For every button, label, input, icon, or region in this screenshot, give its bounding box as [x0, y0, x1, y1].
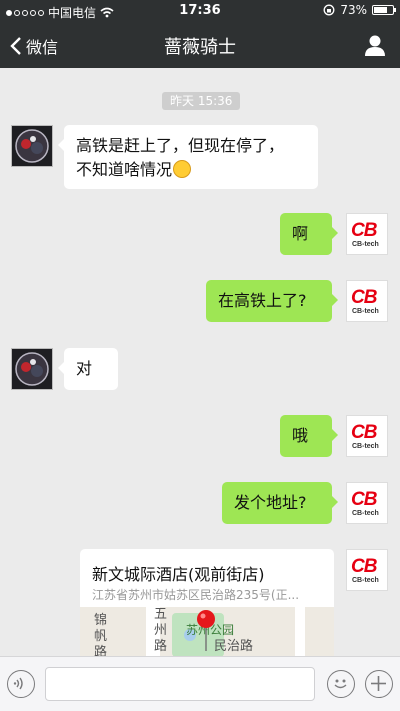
location-map-preview[interactable]: 锦 帆 路 五 州 路 苏州公园 民治路: [80, 607, 334, 656]
message-bubble-me[interactable]: 哦: [280, 415, 338, 457]
avatar-logo-text: CB: [351, 287, 377, 308]
message-bubble-me[interactable]: 啊: [280, 213, 338, 255]
rotation-lock-icon: [323, 4, 335, 16]
navigation-bar: 微信 蔷薇骑士: [0, 22, 400, 68]
knight-emblem-icon: [15, 129, 49, 163]
message-text: 高铁是赶上了，但现在停了，: [76, 136, 285, 155]
message-text: 在高铁上了?: [218, 291, 307, 310]
message-text: 对: [76, 359, 93, 378]
avatar-logo-text: CB: [351, 422, 377, 443]
face-emoji-icon: [173, 160, 192, 178]
avatar-logo-subtext: CB-tech: [352, 241, 379, 248]
more-options-button[interactable]: [365, 670, 393, 698]
map-label: 路: [94, 645, 108, 656]
map-label: 帆: [94, 629, 108, 644]
map-pin-icon: [197, 610, 215, 651]
message-bubble-me[interactable]: 在高铁上了?: [206, 280, 338, 322]
avatar-logo-text: CB: [351, 489, 377, 510]
map-label: 路: [154, 639, 168, 654]
message-text: 哦: [292, 426, 309, 445]
my-avatar[interactable]: CB CB-tech: [346, 549, 388, 591]
smiley-icon: [334, 679, 347, 689]
my-avatar[interactable]: CB CB-tech: [346, 280, 388, 322]
plus-icon: [371, 676, 386, 691]
message-bubble-friend[interactable]: 高铁是赶上了，但现在停了， 不知道啥情况: [58, 125, 318, 189]
message-text: 不知道啥情况: [76, 160, 173, 179]
chat-title: 蔷薇骑士: [164, 37, 236, 58]
chat-message-list[interactable]: 昨天 15:36 高铁是赶上了，但现在停了， 不知道啥情况 CB CB-tech…: [0, 68, 400, 656]
message-bubble-friend[interactable]: 对: [58, 348, 118, 390]
contact-profile-icon[interactable]: [364, 34, 386, 56]
location-name: 新文城际酒店(观前街店): [92, 565, 265, 584]
map-label: 锦: [94, 613, 108, 628]
status-bar: 中国电信 17:36 73%: [0, 0, 400, 22]
map-label: 州: [154, 623, 168, 638]
message-timestamp: 昨天 15:36: [162, 92, 241, 110]
voice-wave-icon: [13, 677, 23, 690]
avatar-logo-text: CB: [351, 556, 377, 577]
avatar-logo-subtext: CB-tech: [352, 510, 379, 517]
avatar-logo-subtext: CB-tech: [352, 443, 379, 450]
my-avatar[interactable]: CB CB-tech: [346, 213, 388, 255]
my-avatar[interactable]: CB CB-tech: [346, 415, 388, 457]
message-input-bar: [0, 656, 400, 711]
friend-avatar[interactable]: [11, 125, 53, 167]
message-text-input[interactable]: [45, 667, 315, 701]
message-bubble-me[interactable]: 发个地址?: [222, 482, 338, 524]
avatar-logo-subtext: CB-tech: [352, 308, 379, 315]
location-address: 江苏省苏州市姑苏区民治路235号(正...: [92, 588, 300, 602]
knight-emblem-icon: [15, 352, 49, 386]
voice-input-button[interactable]: [7, 670, 35, 698]
friend-avatar[interactable]: [11, 348, 53, 390]
map-label: 民治路: [214, 639, 254, 654]
my-avatar[interactable]: CB CB-tech: [346, 482, 388, 524]
map-label: 五: [154, 607, 168, 622]
battery-icon: [372, 5, 396, 15]
emoji-button[interactable]: [327, 670, 355, 698]
message-text: 啊: [292, 224, 309, 243]
battery-percent: 73%: [340, 3, 367, 17]
location-message-card[interactable]: 新文城际酒店(观前街店) 江苏省苏州市姑苏区民治路235号(正... 锦 帆 路…: [80, 549, 334, 656]
message-text: 发个地址?: [234, 493, 307, 512]
avatar-logo-subtext: CB-tech: [352, 577, 379, 584]
avatar-logo-text: CB: [351, 220, 377, 241]
